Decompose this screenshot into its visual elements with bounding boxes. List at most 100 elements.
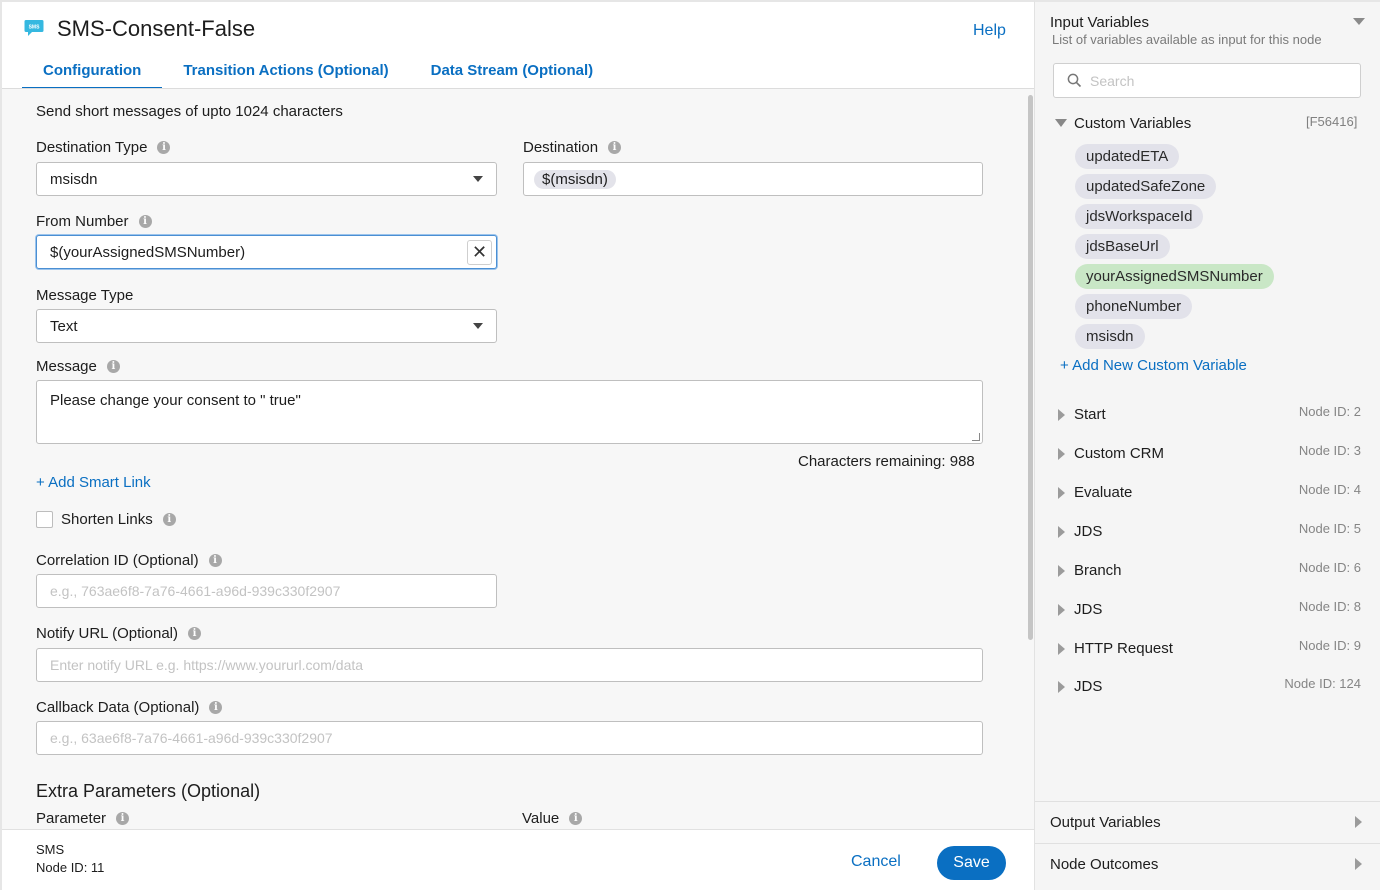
output-variables-section[interactable]: Output Variables — [1035, 801, 1380, 843]
info-icon[interactable]: i — [162, 513, 176, 526]
form-scrollbar[interactable] — [1028, 95, 1033, 640]
callback-data-placeholder: e.g., 63ae6f8-7a76-4661-a96d-939c330f290… — [50, 730, 333, 746]
custom-variables-label[interactable]: Custom Variables — [1074, 115, 1191, 132]
node-name: Custom CRM — [1074, 445, 1165, 462]
input-variables-panel: Input Variables List of variables availa… — [1034, 0, 1380, 890]
add-smart-link[interactable]: + Add Smart Link — [36, 474, 151, 491]
output-variables-title: Output Variables — [1050, 814, 1161, 831]
message-type-select[interactable]: Text — [36, 309, 497, 343]
node-name: Evaluate — [1074, 484, 1133, 501]
parameter-label: Parameter i — [36, 810, 130, 827]
notify-url-input[interactable]: Enter notify URL e.g. https://www.yourur… — [36, 648, 983, 682]
cancel-button[interactable]: Cancel — [851, 853, 901, 871]
node-tree-item[interactable]: Branch Node ID: 6 — [1055, 560, 1361, 582]
correlation-id-label: Correlation ID (Optional) i — [36, 552, 222, 569]
destination-type-value: msisdn — [50, 170, 98, 188]
node-id: Node ID: 8 — [1298, 599, 1361, 614]
help-link[interactable]: Help — [973, 22, 1006, 40]
footer-node-type: SMS — [36, 842, 65, 857]
node-tree-item[interactable]: JDS Node ID: 8 — [1055, 599, 1361, 621]
extra-parameters-title: Extra Parameters (Optional) — [36, 781, 261, 801]
node-outcomes-title: Node Outcomes — [1050, 856, 1159, 873]
parameter-label-text: Parameter — [36, 810, 107, 827]
variable-chip[interactable]: msisdn — [1075, 324, 1145, 349]
node-tree-item[interactable]: Evaluate Node ID: 4 — [1055, 482, 1361, 504]
from-number-input[interactable]: $(yourAssignedSMSNumber) ✕ — [36, 235, 497, 269]
info-icon[interactable]: i — [116, 812, 130, 825]
sms-icon-text: SMS — [29, 25, 41, 31]
tab-bar: Configuration Transition Actions (Option… — [22, 61, 614, 89]
node-outcomes-section[interactable]: Node Outcomes — [1035, 843, 1380, 885]
node-tree-item[interactable]: Custom CRM Node ID: 3 — [1055, 443, 1361, 465]
info-icon[interactable]: i — [208, 554, 222, 567]
info-icon[interactable]: i — [157, 141, 171, 154]
notify-url-label: Notify URL (Optional) i — [36, 625, 201, 642]
destination-input[interactable]: $(msisdn) — [523, 162, 983, 196]
value-label-text: Value — [522, 810, 560, 827]
callback-data-label-text: Callback Data (Optional) — [36, 699, 200, 716]
node-tree-item[interactable]: JDS Node ID: 5 — [1055, 521, 1361, 543]
variable-chip-selected[interactable]: yourAssignedSMSNumber — [1075, 264, 1274, 289]
node-name: JDS — [1074, 523, 1103, 540]
message-textarea[interactable]: Please change your consent to " true" — [36, 380, 983, 444]
shorten-links-checkbox[interactable] — [36, 511, 53, 528]
tab-transition-actions[interactable]: Transition Actions (Optional) — [162, 61, 409, 89]
add-custom-variable-link[interactable]: + Add New Custom Variable — [1060, 357, 1247, 374]
shorten-links-label: Shorten Links i — [61, 511, 176, 528]
callback-data-label: Callback Data (Optional) i — [36, 699, 223, 716]
destination-type-select[interactable]: msisdn — [36, 162, 497, 196]
notify-url-label-text: Notify URL (Optional) — [36, 625, 178, 642]
correlation-id-input[interactable]: e.g., 763ae6f8-7a76-4661-a96d-939c330f29… — [36, 574, 497, 608]
node-id: Node ID: 5 — [1298, 521, 1361, 536]
node-id: Node ID: 6 — [1298, 560, 1361, 575]
input-variables-title: Input Variables — [1050, 14, 1149, 31]
search-icon — [1067, 73, 1082, 88]
info-icon[interactable]: i — [569, 812, 583, 825]
info-icon[interactable]: i — [608, 141, 622, 154]
message-value: Please change your consent to " true" — [50, 392, 301, 409]
clear-icon[interactable]: ✕ — [467, 240, 492, 265]
variable-chip[interactable]: updatedSafeZone — [1075, 174, 1217, 199]
expand-arrow-icon — [1355, 816, 1362, 828]
tab-data-stream[interactable]: Data Stream (Optional) — [410, 61, 615, 89]
panel-header: SMS SMS-Consent-False Help Configuration… — [2, 2, 1036, 89]
from-number-label: From Number i — [36, 213, 152, 230]
expand-arrow-icon — [1058, 565, 1065, 577]
variable-chip[interactable]: jdsWorkspaceId — [1075, 204, 1204, 229]
expand-arrow-icon — [1058, 681, 1065, 693]
from-number-label-text: From Number — [36, 213, 129, 230]
node-tree-item[interactable]: JDS Node ID: 124 — [1055, 676, 1361, 698]
variable-chip[interactable]: updatedETA — [1075, 144, 1180, 169]
info-icon[interactable]: i — [138, 215, 152, 228]
node-tree-item[interactable]: HTTP Request Node ID: 9 — [1055, 638, 1361, 660]
node-id: Node ID: 4 — [1298, 482, 1361, 497]
custom-variables-expand-icon[interactable] — [1055, 119, 1067, 127]
expand-arrow-icon — [1058, 604, 1065, 616]
expand-arrow-icon — [1355, 858, 1362, 870]
dropdown-caret-icon — [473, 176, 483, 182]
form-description: Send short messages of upto 1024 charact… — [36, 103, 343, 120]
node-name: JDS — [1074, 601, 1103, 618]
search-placeholder: Search — [1090, 72, 1135, 89]
input-variables-subtitle: List of variables available as input for… — [1052, 32, 1322, 47]
info-icon[interactable]: i — [188, 627, 201, 640]
node-name: JDS — [1074, 678, 1103, 695]
page-title: SMS-Consent-False — [57, 16, 256, 41]
info-icon[interactable]: i — [106, 360, 120, 373]
variable-chip[interactable]: phoneNumber — [1075, 294, 1193, 319]
expand-arrow-icon — [1058, 487, 1065, 499]
collapse-chevron-icon[interactable] — [1353, 18, 1365, 25]
node-config-panel: SMS SMS-Consent-False Help Configuration… — [0, 0, 1036, 890]
destination-token[interactable]: $(msisdn) — [534, 169, 616, 189]
tab-configuration[interactable]: Configuration — [22, 61, 163, 89]
value-label: Value i — [522, 810, 583, 827]
node-tree-item[interactable]: Start Node ID: 2 — [1055, 404, 1361, 426]
variable-search-input[interactable]: Search — [1053, 63, 1361, 98]
resize-grip-icon[interactable] — [972, 433, 980, 441]
node-id: Node ID: 9 — [1298, 638, 1361, 653]
variable-chip[interactable]: jdsBaseUrl — [1075, 234, 1170, 259]
save-button[interactable]: Save — [937, 846, 1006, 880]
callback-data-input[interactable]: e.g., 63ae6f8-7a76-4661-a96d-939c330f290… — [36, 721, 983, 755]
info-icon[interactable]: i — [209, 701, 223, 714]
message-label-text: Message — [36, 358, 97, 375]
